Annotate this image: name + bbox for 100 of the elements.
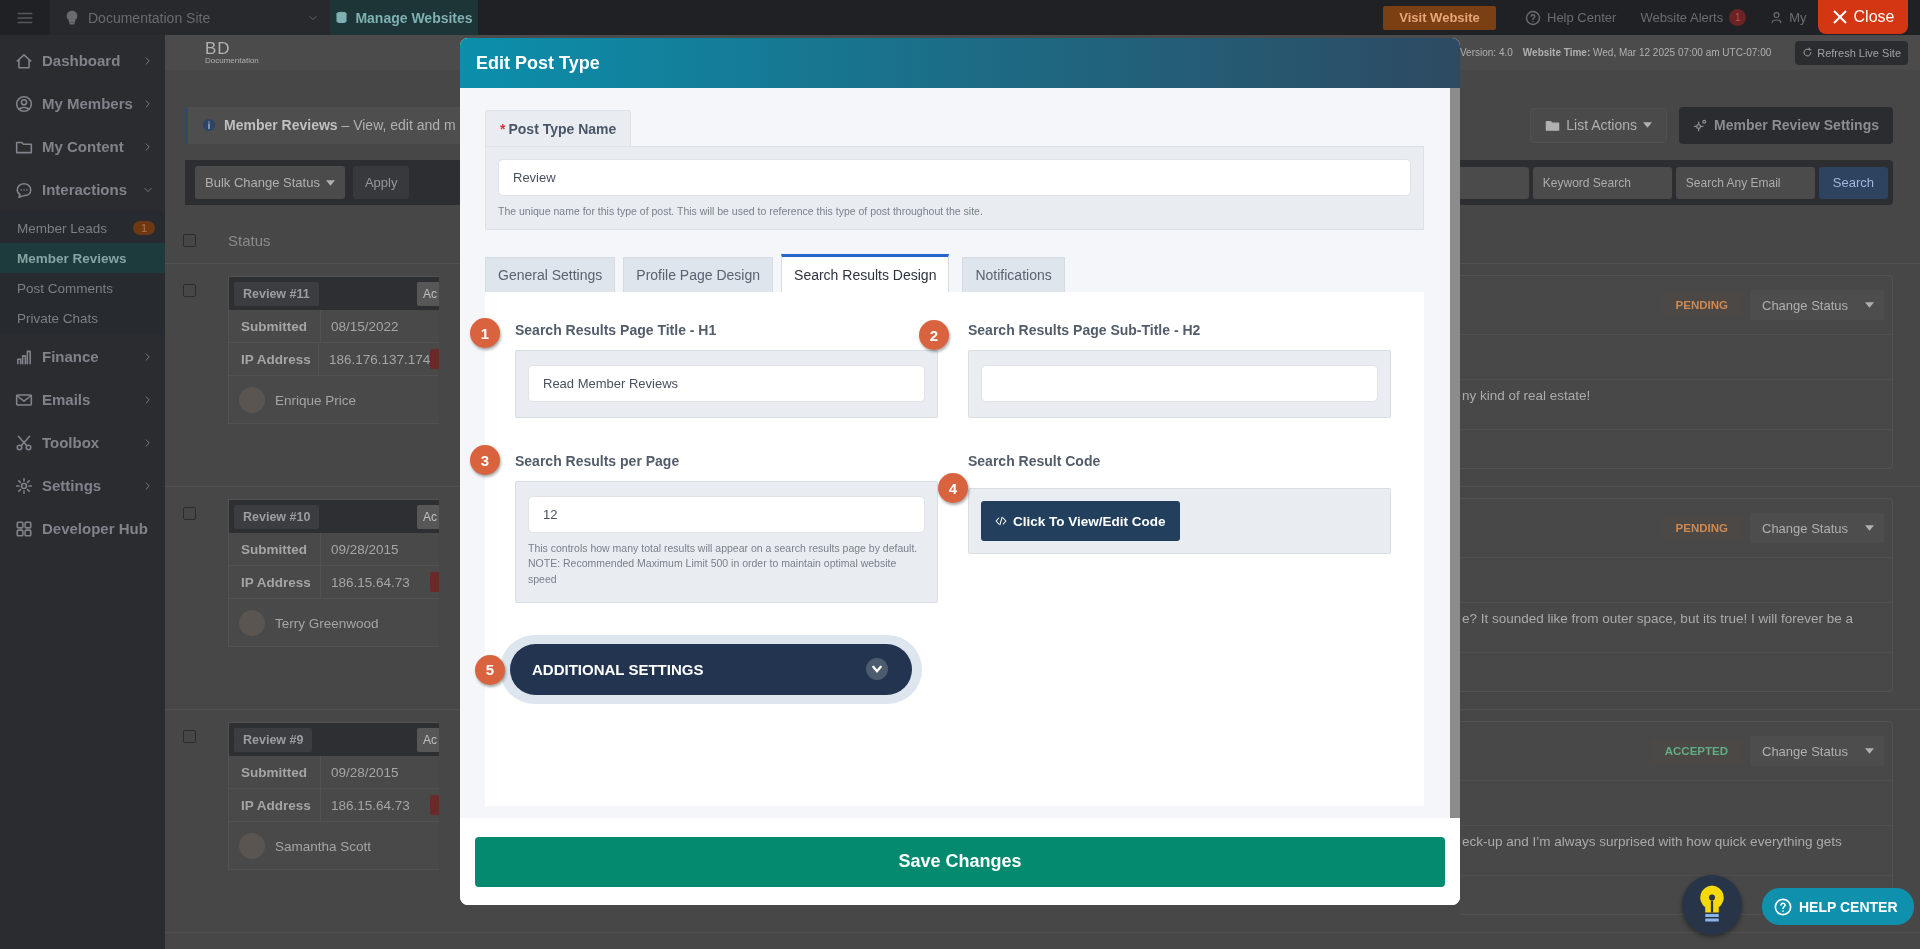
tab[interactable]: Notifications xyxy=(962,257,1065,293)
step-marker: 5 xyxy=(475,654,505,685)
review-number: Review #11 xyxy=(234,281,319,306)
text-field[interactable]: Review xyxy=(498,159,1411,196)
bulk-status-dropdown[interactable]: Bulk Change Status xyxy=(195,166,345,199)
chevron-right-icon xyxy=(143,55,153,66)
settings-button[interactable]: Member Review Settings xyxy=(1679,106,1893,144)
chevron-right-icon xyxy=(143,351,153,362)
tab[interactable]: Profile Page Design xyxy=(623,257,774,293)
chat-icon xyxy=(15,180,33,199)
checkbox[interactable] xyxy=(183,507,196,520)
user-icon xyxy=(15,94,33,113)
alerts-link[interactable]: Website Alerts 1 xyxy=(1640,9,1747,26)
site-selector[interactable]: Documentation Site xyxy=(50,0,330,35)
field-label: IP Address xyxy=(229,789,321,821)
search-field[interactable]: Keyword Search xyxy=(1532,166,1672,199)
sidebar-item[interactable]: Finance xyxy=(0,335,165,378)
actions-button[interactable]: Ac xyxy=(417,504,439,529)
website-time: Website Time: Wed, Mar 12 2025 07:00 am UTC-07:00 xyxy=(1522,47,1772,58)
grid-icon xyxy=(15,519,33,538)
text-field[interactable]: 12 xyxy=(528,496,925,534)
input-field[interactable] xyxy=(1460,166,1529,199)
account-menu[interactable]: My xyxy=(1770,10,1807,25)
help-text: This controls how many total results will appear on a search results page by default. NOTE: Recommended Maximum Limit 500 in order to maintain optimal website speed xyxy=(528,541,919,587)
info-icon xyxy=(202,118,216,132)
save-button[interactable]: Save Changes xyxy=(475,836,1445,887)
review-number: Review #9 xyxy=(234,727,313,752)
sidebar-item[interactable]: Dashboard xyxy=(0,39,165,82)
logo[interactable]: BD Documentation xyxy=(205,40,259,65)
caret-icon xyxy=(325,179,335,186)
tab[interactable]: General Settings xyxy=(485,257,616,293)
additional-settings-button[interactable]: ADDITIONAL SETTINGS xyxy=(510,643,912,695)
manage-websites-tab[interactable]: Manage Websites xyxy=(330,0,478,35)
chevron-right-icon xyxy=(143,141,153,152)
search-button[interactable]: Search xyxy=(1818,166,1888,199)
help-text: The unique name for this type of post. This will be used to reference this type of post throughout the site. xyxy=(498,204,984,219)
submenu-item[interactable]: Private Chats xyxy=(0,303,165,333)
submenu-item[interactable]: Post Comments xyxy=(0,273,165,303)
select-all-checkbox[interactable] xyxy=(183,234,196,247)
caret-icon xyxy=(1643,122,1653,128)
count-badge: 1 xyxy=(132,221,155,235)
text-field[interactable]: Read Member Reviews xyxy=(528,365,925,403)
status-dropdown[interactable]: Change Status xyxy=(1750,290,1884,320)
user-icon xyxy=(1770,11,1784,24)
help-center-button[interactable]: HELP CENTER xyxy=(1762,888,1914,925)
list-actions-button[interactable]: List Actions xyxy=(1530,107,1668,143)
sidebar-item[interactable]: My Members xyxy=(0,82,165,125)
text-field[interactable] xyxy=(981,365,1378,403)
tag[interactable] xyxy=(430,572,439,592)
field-label: Submitted xyxy=(229,533,321,565)
bulb-icon xyxy=(64,9,80,26)
field-value: 186.176.137.174 xyxy=(327,351,431,367)
actions-button[interactable]: Ac xyxy=(417,281,439,306)
submenu-item[interactable]: Member Leads 1 xyxy=(0,213,165,243)
edit-code-button[interactable]: Click To View/Edit Code xyxy=(981,501,1180,542)
checkbox[interactable] xyxy=(183,730,196,743)
actions-button[interactable]: Ac xyxy=(417,727,439,752)
caret-icon xyxy=(1865,302,1874,308)
field-value: 08/15/2022 xyxy=(330,318,400,334)
scrollbar[interactable] xyxy=(1450,88,1460,818)
visit-website-button[interactable]: Visit Website xyxy=(1383,5,1496,30)
submenu-item[interactable]: Member Reviews xyxy=(0,243,165,273)
step-marker: 3 xyxy=(470,445,500,476)
sidebar-item[interactable]: Developer Hub xyxy=(0,507,165,550)
tag[interactable] xyxy=(430,795,439,815)
help-icon xyxy=(1525,9,1541,26)
version-text: Version: 4.0 xyxy=(1460,47,1513,58)
step-marker: 4 xyxy=(938,473,968,504)
tab[interactable]: Search Results Design xyxy=(781,254,950,293)
search-field[interactable]: Search Any Email xyxy=(1675,166,1815,199)
status-label: PENDING xyxy=(1661,293,1742,317)
sidebar-item[interactable]: Settings xyxy=(0,464,165,507)
step-marker: 2 xyxy=(919,320,949,351)
status-dropdown[interactable]: Change Status xyxy=(1750,736,1884,766)
scissors-icon xyxy=(15,433,33,452)
field-value: 186.15.64.73 xyxy=(330,797,411,813)
field-label: IP Address xyxy=(229,343,319,375)
checkbox[interactable] xyxy=(183,284,196,297)
status-label: PENDING xyxy=(1661,516,1742,540)
sidebar-item[interactable]: Interactions xyxy=(0,168,165,211)
help-link[interactable]: Help Center xyxy=(1525,9,1617,26)
field-label: Submitted xyxy=(229,310,321,342)
tag[interactable] xyxy=(430,349,439,369)
refresh-button[interactable]: Refresh Live Site xyxy=(1795,40,1908,65)
field-label: Search Results per Page xyxy=(515,453,680,472)
field-value: 09/28/2015 xyxy=(330,764,400,780)
field-value: 186.15.64.73 xyxy=(330,574,411,590)
close-button[interactable]: Close xyxy=(1818,0,1908,34)
status-dropdown[interactable]: Change Status xyxy=(1750,513,1884,543)
column-header: Status xyxy=(228,232,271,249)
chevron-right-icon xyxy=(143,98,153,109)
sidebar-item[interactable]: Emails xyxy=(0,378,165,421)
sidebar-item[interactable]: Toolbox xyxy=(0,421,165,464)
apply-button[interactable]: Apply xyxy=(352,166,410,199)
sidebar-item[interactable]: My Content xyxy=(0,125,165,168)
author-name: Terry Greenwood xyxy=(275,615,379,631)
field-label: IP Address xyxy=(229,566,321,598)
chevron-right-icon xyxy=(143,394,153,405)
step-marker: 1 xyxy=(470,318,500,349)
chevron-right-icon xyxy=(143,480,153,491)
